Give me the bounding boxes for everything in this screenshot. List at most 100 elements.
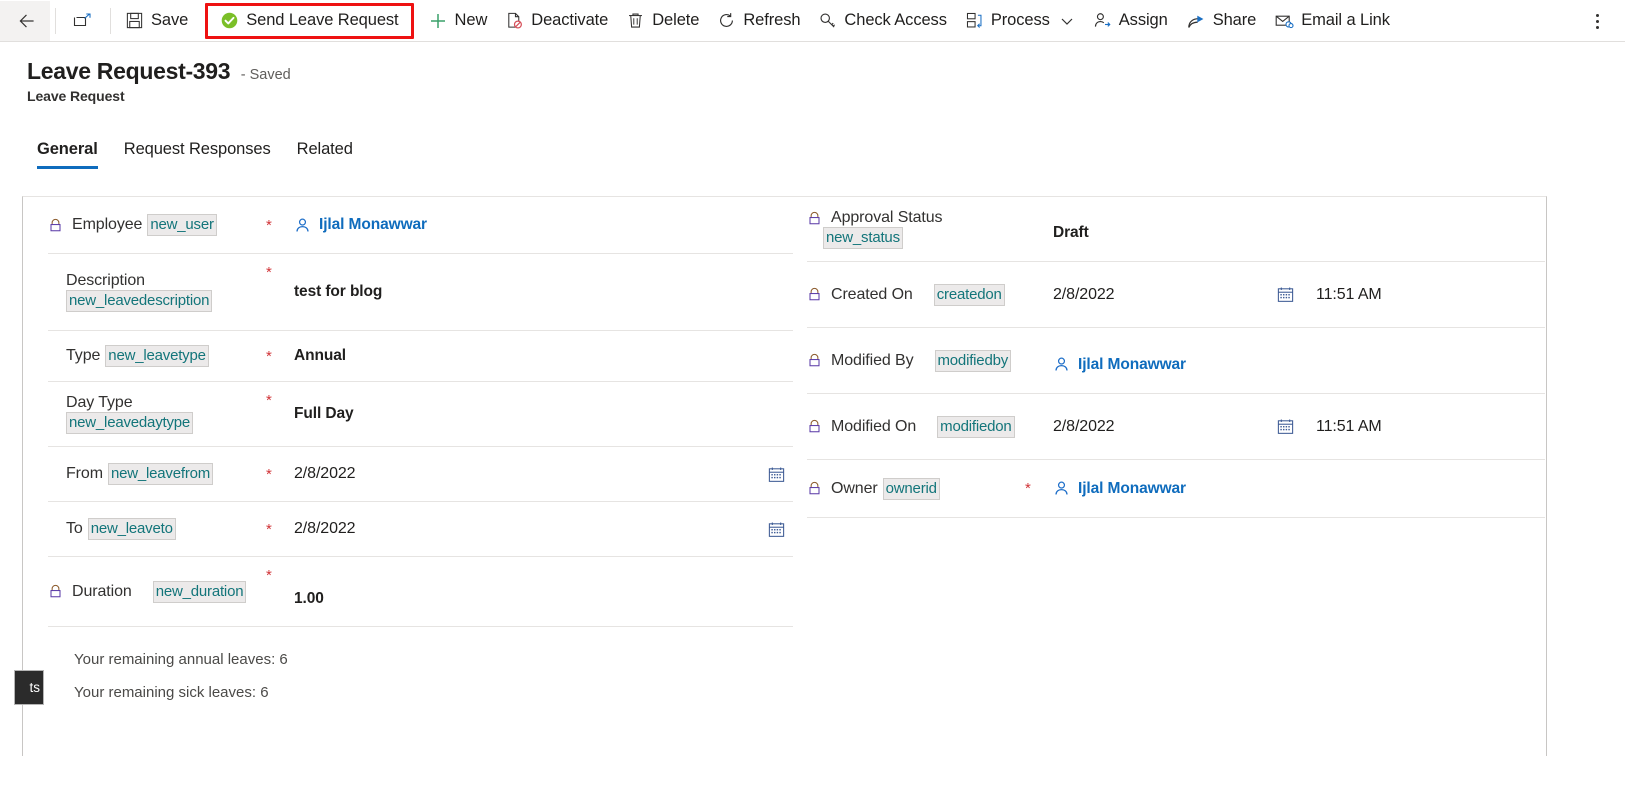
save-button[interactable]: Save	[116, 1, 197, 41]
field-owner-schema: ownerid	[882, 477, 940, 500]
field-from-required: *	[266, 465, 272, 483]
field-employee-value-text: Ijlal Monawwar	[319, 216, 427, 233]
field-type-required: *	[266, 347, 272, 365]
field-duration-label: Duration	[72, 582, 132, 600]
field-day-type-value[interactable]: Full Day	[294, 405, 793, 423]
field-to-value[interactable]: 2/8/2022	[294, 520, 759, 538]
tab-related[interactable]: Related	[284, 140, 366, 169]
field-modified-on-label-group: Modified On modifiedon	[807, 410, 1025, 444]
new-button[interactable]: New	[419, 1, 497, 41]
assign-label: Assign	[1118, 11, 1168, 29]
field-modified-by-required	[1025, 328, 1053, 338]
field-to-label-group: To new_leaveto	[48, 512, 266, 546]
field-modified-on-value: 2/8/2022	[1053, 417, 1115, 435]
calendar-icon	[767, 465, 786, 484]
field-owner-value[interactable]: Ijlal Monawwar	[1053, 480, 1545, 498]
page-title: Leave Request-393	[27, 58, 231, 84]
entity-name-label: Leave Request	[27, 88, 125, 104]
person-icon	[1053, 356, 1070, 373]
field-modified-by: Modified By modifiedby Ijlal Monawwar	[807, 328, 1545, 394]
tab-general-label: General	[37, 140, 98, 158]
field-employee: Employee new_user * Ijlal Monawwar	[48, 197, 793, 254]
field-approval-status-value: Draft	[1053, 224, 1089, 241]
field-day-type-required: *	[266, 392, 272, 409]
field-day-type-label: Day Type	[66, 394, 133, 411]
field-created-on-label-group: Created On createdon	[807, 278, 1025, 312]
field-day-type-schema: new_leavedaytype	[66, 412, 194, 434]
toolbar-divider-1	[55, 7, 56, 34]
field-owner-required: *	[1025, 480, 1031, 497]
field-description-value[interactable]: test for blog	[294, 283, 793, 301]
save-icon	[125, 11, 144, 30]
process-button[interactable]: Process	[956, 1, 1084, 41]
key-icon	[818, 11, 837, 30]
field-description: Description new_leavedescription * test …	[48, 254, 793, 331]
deactivate-label: Deactivate	[531, 11, 609, 29]
field-day-type-label-group: Day Type new_leavedaytype	[48, 388, 266, 440]
email-a-link-label: Email a Link	[1301, 11, 1390, 29]
field-type: Type new_leavetype * Annual	[48, 331, 793, 382]
back-button[interactable]	[0, 0, 50, 41]
overflow-menu-button[interactable]	[1581, 5, 1613, 37]
remaining-annual-leaves-note: Your remaining annual leaves: 6	[74, 651, 288, 668]
field-day-type: Day Type new_leavedaytype * Full Day	[48, 382, 793, 447]
field-duration-label-group: Duration new_duration	[48, 575, 266, 609]
form-column-left: Employee new_user * Ijlal Monawwar Descr…	[23, 197, 793, 756]
lock-icon	[48, 584, 63, 599]
field-approval-status: Approval Status new_status Draft	[807, 197, 1545, 262]
check-access-button[interactable]: Check Access	[809, 1, 955, 41]
tab-request-responses-label: Request Responses	[123, 140, 271, 158]
send-leave-request-label: Send Leave Request	[246, 11, 399, 29]
calendar-icon	[767, 520, 786, 539]
field-owner-value-text: Ijlal Monawwar	[1078, 479, 1186, 497]
tab-request-responses[interactable]: Request Responses	[111, 140, 284, 169]
process-label: Process	[990, 11, 1050, 29]
field-description-required: *	[266, 264, 272, 281]
deactivate-button[interactable]: Deactivate	[496, 1, 617, 41]
command-bar: Save Send Leave Request New Deactivate D…	[0, 0, 1625, 42]
field-employee-label: Employee	[72, 216, 143, 233]
form-column-right: Approval Status new_status Draft Created…	[793, 197, 1545, 756]
field-modified-by-label-group: Modified By modifiedby	[807, 344, 1025, 378]
field-employee-required: *	[266, 216, 272, 234]
open-in-new-window-button[interactable]	[61, 1, 105, 41]
email-a-link-button[interactable]: Email a Link	[1265, 1, 1399, 41]
field-employee-value[interactable]: Ijlal Monawwar	[294, 216, 793, 234]
assign-button[interactable]: Assign	[1084, 1, 1177, 41]
field-from-label-group: From new_leavefrom	[48, 457, 266, 491]
field-approval-status-required	[1025, 197, 1053, 207]
field-modified-by-schema: modifiedby	[934, 349, 1012, 372]
field-from-calendar-button[interactable]	[759, 465, 793, 484]
chevron-down-icon[interactable]	[1059, 13, 1075, 29]
share-icon	[1186, 11, 1206, 31]
delete-button[interactable]: Delete	[617, 1, 708, 41]
email-link-icon	[1274, 11, 1294, 31]
field-description-label-group: Description new_leavedescription	[48, 266, 266, 318]
lock-icon	[48, 218, 63, 233]
field-type-value[interactable]: Annual	[294, 347, 793, 365]
field-to: To new_leaveto * 2/8/2022	[48, 502, 793, 557]
field-owner-label: Owner	[831, 479, 878, 497]
field-created-on-required	[1025, 262, 1053, 272]
field-to-calendar-button[interactable]	[759, 520, 793, 539]
field-modified-on-calendar-icon	[1268, 417, 1302, 436]
lock-icon	[807, 353, 822, 368]
check-access-label: Check Access	[844, 11, 947, 29]
field-modified-by-value[interactable]: Ijlal Monawwar	[1053, 348, 1545, 374]
tab-general[interactable]: General	[24, 140, 111, 169]
field-employee-schema: new_user	[147, 214, 217, 236]
field-modified-on-time: 11:51 AM	[1316, 417, 1382, 435]
send-leave-request-button[interactable]: Send Leave Request	[205, 2, 414, 39]
refresh-button[interactable]: Refresh	[708, 1, 809, 41]
deactivate-icon	[505, 11, 524, 30]
process-icon	[965, 11, 984, 30]
edge-tooltip: ts	[14, 670, 44, 705]
field-modified-on-schema: modifiedon	[937, 415, 1015, 438]
share-label: Share	[1212, 11, 1257, 29]
share-button[interactable]: Share	[1177, 1, 1266, 41]
calendar-icon	[1276, 417, 1295, 436]
record-header: Leave Request-393 - Saved Leave Request	[27, 58, 291, 104]
toolbar-divider-2	[110, 7, 111, 34]
field-from-value[interactable]: 2/8/2022	[294, 465, 759, 483]
new-label: New	[454, 11, 488, 29]
